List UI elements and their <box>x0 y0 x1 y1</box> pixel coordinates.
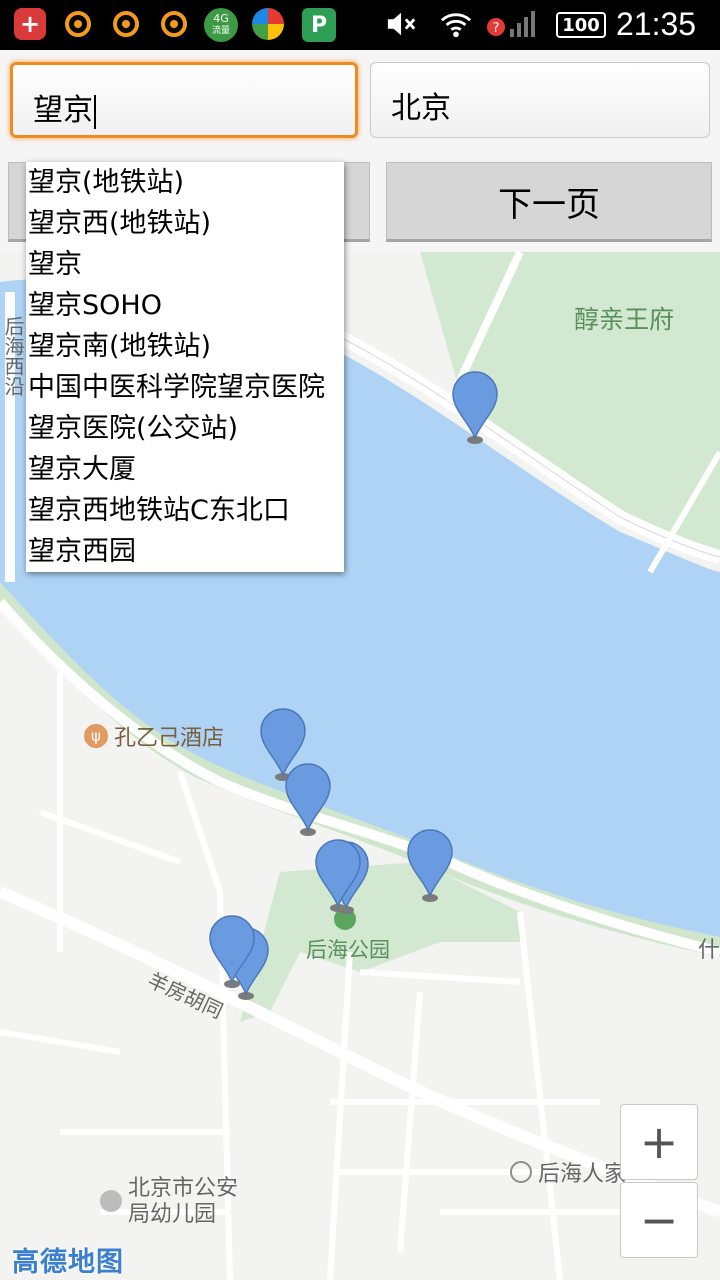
uc-browser-icon <box>110 8 142 40</box>
next-page-button[interactable]: 下一页 <box>386 162 712 242</box>
to-input[interactable]: 北京 <box>370 62 710 138</box>
mute-icon <box>386 8 418 40</box>
battery-icon: 100 <box>556 12 606 38</box>
location-marker-icon[interactable] <box>315 839 361 912</box>
colorful-ball-icon <box>252 8 284 40</box>
zoom-in-button[interactable]: + <box>620 1104 698 1180</box>
location-marker-icon[interactable] <box>407 829 453 902</box>
suggestion-item[interactable]: 中国中医科学院望京医院 <box>26 367 344 408</box>
suggestion-item[interactable]: 望京 <box>26 244 344 285</box>
wifi-icon <box>440 8 472 40</box>
location-marker-icon[interactable] <box>452 371 498 444</box>
signal-icon: ? <box>486 8 542 40</box>
suggestion-item[interactable]: 望京(地铁站) <box>26 162 344 203</box>
suggestion-dropdown[interactable]: 望京(地铁站) 望京西(地铁站) 望京 望京SOHO 望京南(地铁站) 中国中医科学院望京… <box>26 162 344 572</box>
suggestion-item[interactable]: 望京SOHO <box>26 285 344 326</box>
status-bar: + 4G 流量 P ? 100 21:35 <box>0 0 720 50</box>
suggestion-item[interactable]: 望京南(地铁站) <box>26 326 344 367</box>
suggestion-item[interactable]: 望京医院(公交站) <box>26 408 344 449</box>
zoom-out-button[interactable]: − <box>620 1182 698 1258</box>
location-marker-icon[interactable] <box>285 763 331 836</box>
from-input[interactable]: 望京 <box>10 62 358 138</box>
4g-traffic-icon: 4G 流量 <box>204 8 238 42</box>
clock: 21:35 <box>616 6 697 42</box>
text-caret <box>94 94 96 129</box>
app-plus-icon: + <box>14 8 46 40</box>
amap-logo: 高德地图 <box>12 1247 124 1278</box>
suggestion-item[interactable]: 望京大厦 <box>26 449 344 490</box>
uc-browser-icon <box>62 8 94 40</box>
suggestion-item[interactable]: 望京西(地铁站) <box>26 203 344 244</box>
suggestion-item[interactable]: 望京西地铁站C东北口 <box>26 490 344 531</box>
p-app-icon: P <box>302 8 336 42</box>
uc-browser-icon <box>158 8 190 40</box>
svg-text:?: ? <box>493 21 500 36</box>
suggestion-item[interactable]: 望京西园 <box>26 531 344 572</box>
